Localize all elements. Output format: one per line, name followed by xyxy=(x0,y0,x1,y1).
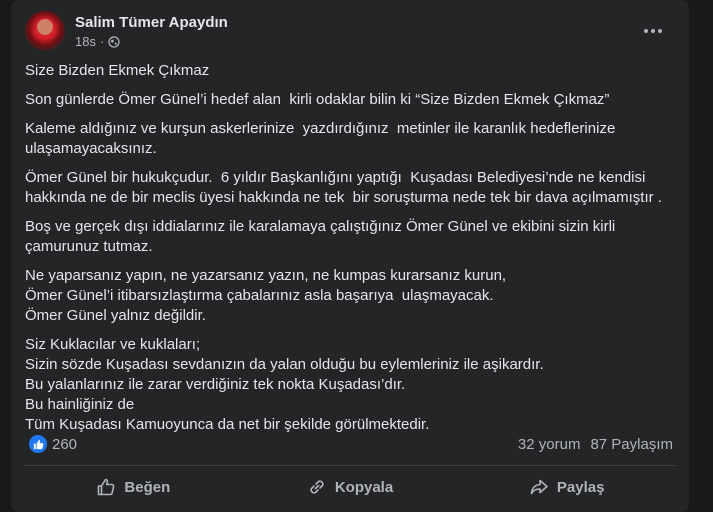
actions-divider xyxy=(25,465,675,466)
like-count[interactable]: 260 xyxy=(52,436,77,453)
meta-separator: · xyxy=(99,34,105,49)
copy-button[interactable]: Kopyala xyxy=(242,469,459,505)
share-label: Paylaş xyxy=(556,478,605,496)
post-header: Salim Tümer Apaydın 18s · xyxy=(25,11,675,51)
post-paragraph: Kaleme aldığınız ve kurşun askerlerinize… xyxy=(25,120,616,157)
globe-icon[interactable] xyxy=(108,35,120,48)
share-arrow-icon xyxy=(530,479,548,495)
post-paragraph: Size Bizden Ekmek Çıkmaz xyxy=(25,62,210,79)
copy-label: Kopyala xyxy=(334,478,394,496)
post-stats-right: 32 yorum 87 Paylaşım xyxy=(518,436,673,453)
comment-count[interactable]: 32 yorum xyxy=(518,436,581,453)
author-name[interactable]: Salim Tümer Apaydın xyxy=(75,14,228,31)
share-count[interactable]: 87 Paylaşım xyxy=(590,436,673,453)
post-card: Salim Tümer Apaydın 18s · Size Bizden Ek… xyxy=(11,0,689,512)
more-options-button[interactable] xyxy=(637,15,669,47)
more-horizontal-icon xyxy=(644,29,662,33)
link-icon xyxy=(310,480,324,494)
post-paragraph: Ömer Günel bir hukukçudur. 6 yıldır Başk… xyxy=(25,169,662,206)
post-time[interactable]: 18s xyxy=(75,34,96,49)
like-label: Beğen xyxy=(124,478,171,496)
post-meta: 18s · xyxy=(75,34,120,49)
post-body: Size Bizden Ekmek Çıkmaz Son günlerde Öm… xyxy=(25,61,677,444)
thumbs-up-outline-icon xyxy=(98,478,115,496)
like-button[interactable]: Beğen xyxy=(25,469,242,505)
post-paragraph: Siz Kuklacılar ve kuklaları; Sizin sözde… xyxy=(25,336,544,433)
post-stats: 260 32 yorum 87 Paylaşım xyxy=(25,434,675,456)
post-paragraph: Son günlerde Ömer Günel’i hedef alan kir… xyxy=(25,91,610,108)
share-button[interactable]: Paylaş xyxy=(458,469,675,505)
thumbs-up-icon[interactable] xyxy=(29,435,47,453)
post-paragraph: Ne yaparsanız yapın, ne yazarsanız yazın… xyxy=(25,267,507,324)
post-paragraph: Boş ve gerçek dışı iddialarınız ile kara… xyxy=(25,218,616,255)
post-actions: Beğen Kopyala Paylaş xyxy=(25,469,675,505)
author-avatar[interactable] xyxy=(25,11,65,51)
